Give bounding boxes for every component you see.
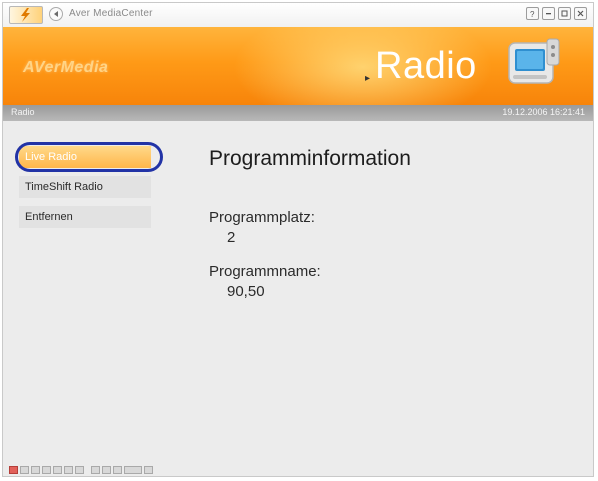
back-arrow-icon [54,11,58,17]
help-icon: ? [530,10,535,18]
back-button[interactable] [49,7,63,21]
restore-button[interactable] [558,7,571,20]
page-title: Programminformation [209,147,411,170]
volume-down-button[interactable] [113,466,122,474]
program-slot-label: Programmplatz: [209,209,315,226]
brand-logo: AVerMedia [23,59,109,76]
radio-device-icon [508,38,560,84]
section-arrow-icon: ▸ [365,73,371,84]
app-window: Aver MediaCenter ? AVerMedia ▸ Radio Rad… [2,2,594,477]
restore-icon [561,10,568,17]
radio-menu: Live Radio TimeShift Radio Entfernen [15,142,163,236]
status-datetime: 19.12.2006 16:21:41 [502,107,585,117]
menu-item-live-radio[interactable]: Live Radio [15,142,163,172]
forward-button[interactable] [64,466,73,474]
minimize-button[interactable] [542,7,555,20]
record-button[interactable] [9,466,18,474]
close-icon [577,10,584,17]
volume-slider[interactable] [124,466,142,474]
channel-up-button[interactable] [102,466,111,474]
svg-text:?: ? [530,10,535,18]
menu-item-timeshift-radio[interactable]: TimeShift Radio [19,176,151,198]
program-slot-value: 2 [227,229,236,246]
help-button[interactable]: ? [526,7,539,20]
window-controls: ? [526,7,587,20]
stop-button[interactable] [20,466,29,474]
channel-down-button[interactable] [91,466,100,474]
status-section-label: Radio [11,107,35,117]
window-title: Aver MediaCenter [69,8,153,19]
program-name-label: Programmname: [209,263,321,280]
header-banner: AVerMedia ▸ Radio [3,27,593,105]
playback-toolbar [9,465,153,475]
avermedia-logo-icon[interactable] [9,6,43,24]
menu-item-label: Live Radio [25,151,77,163]
close-button[interactable] [574,7,587,20]
skip-button[interactable] [75,466,84,474]
program-name-value: 90,50 [227,283,265,300]
minimize-icon [546,13,551,15]
play-button[interactable] [31,466,40,474]
menu-item-label: Entfernen [25,211,73,223]
pause-button[interactable] [42,466,51,474]
menu-item-entfernen[interactable]: Entfernen [19,206,151,228]
program-info-panel: Programminformation Programmplatz: 2 Pro… [209,147,569,300]
rewind-button[interactable] [53,466,62,474]
status-bar: Radio 19.12.2006 16:21:41 [3,105,593,121]
mute-button[interactable] [144,466,153,474]
title-bar: Aver MediaCenter ? [3,3,593,28]
menu-item-label: TimeShift Radio [25,181,103,193]
section-title: Radio [375,45,477,87]
